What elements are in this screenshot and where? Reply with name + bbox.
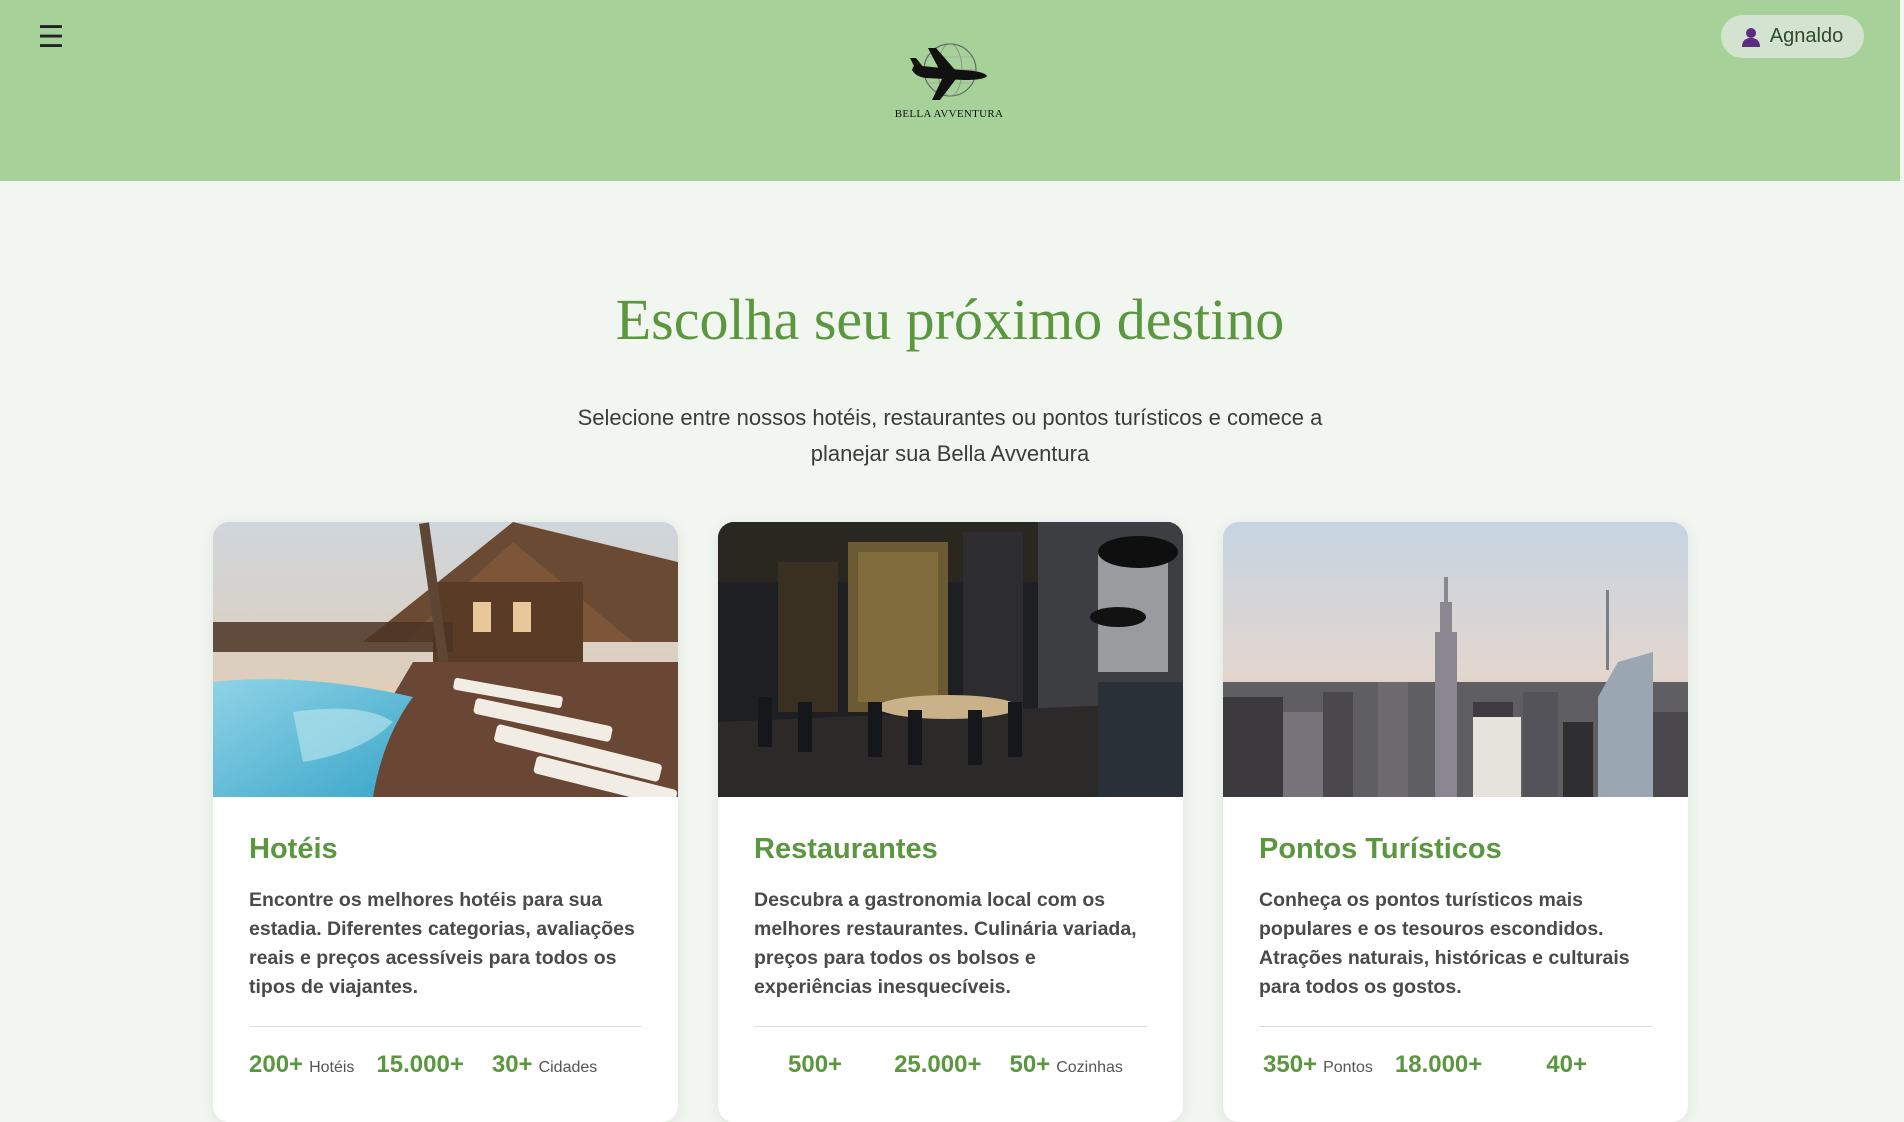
- stat-value: 40+: [1546, 1051, 1588, 1078]
- page-subtitle: Selecione entre nossos hotéis, restauran…: [577, 405, 1323, 466]
- hotel-pool-image: [213, 522, 678, 797]
- user-profile-button[interactable]: Agnaldo: [1721, 15, 1864, 58]
- brand-logo[interactable]: BELLA AVVENTURA: [884, 40, 1014, 132]
- stat-item: 25.000+: [894, 1051, 987, 1079]
- card-divider: [754, 1026, 1147, 1027]
- card-title: Hotéis: [249, 833, 338, 865]
- card-description: Descubra a gastronomia local com os melh…: [754, 889, 1137, 998]
- stat-item: 500+: [788, 1051, 848, 1079]
- stat-item: 18.000+: [1395, 1051, 1488, 1079]
- stat-value: 350+: [1263, 1051, 1318, 1078]
- card-description: Encontre os melhores hotéis para sua est…: [249, 889, 635, 998]
- stat-label: Cidades: [538, 1059, 598, 1076]
- stat-value: 30+: [491, 1051, 533, 1078]
- airplane-globe-icon: [910, 43, 987, 100]
- stat-item: 50+ Cozinhas: [1009, 1051, 1122, 1079]
- logo-text: BELLA AVVENTURA: [894, 108, 1004, 120]
- card-divider: [1259, 1026, 1652, 1027]
- card-stats: 350+ Pontos 18.000+ 40+: [1259, 1051, 1652, 1079]
- stat-label: Hotéis: [309, 1059, 355, 1076]
- city-skyline-image: [1223, 522, 1688, 797]
- stat-item: 40+: [1546, 1051, 1593, 1079]
- stat-value: 25.000+: [894, 1051, 982, 1078]
- card-restaurantes[interactable]: Restaurantes Descubra a gastronomia loca…: [718, 522, 1183, 1122]
- card-pontos-turisticos[interactable]: Pontos Turísticos Conheça os pontos turí…: [1223, 522, 1688, 1122]
- stat-value: 15.000+: [376, 1051, 464, 1078]
- card-divider: [249, 1026, 642, 1027]
- stat-value: 500+: [788, 1051, 843, 1078]
- stat-value: 50+: [1009, 1051, 1051, 1078]
- stat-label: Pontos: [1323, 1059, 1373, 1076]
- card-stats: 200+ Hotéis 15.000+ 30+ Cidades: [249, 1051, 642, 1079]
- user-name: Agnaldo: [1769, 25, 1844, 47]
- stat-item: 30+ Cidades: [492, 1051, 597, 1079]
- stat-label: Cozinhas: [1056, 1059, 1123, 1076]
- card-title: Restaurantes: [754, 833, 938, 865]
- user-icon: [1741, 27, 1760, 47]
- card-description: Conheça os pontos turísticos mais popula…: [1259, 889, 1630, 998]
- card-title: Pontos Turísticos: [1259, 833, 1502, 865]
- page-title: Escolha seu próximo destino: [615, 287, 1285, 352]
- stat-value: 18.000+: [1394, 1051, 1483, 1078]
- card-hoteis[interactable]: Hotéis Encontre os melhores hotéis para …: [213, 522, 678, 1122]
- hamburger-menu-icon[interactable]: ☰: [36, 20, 66, 55]
- stat-item: 350+ Pontos: [1263, 1051, 1373, 1079]
- top-header: ☰ BELLA AVVENTURA Agnaldo: [0, 0, 1900, 181]
- stat-item: 200+ Hotéis: [249, 1051, 354, 1079]
- stat-value: 200+: [249, 1051, 304, 1078]
- stat-item: 15.000+: [376, 1051, 469, 1079]
- restaurant-interior-image: [718, 522, 1183, 797]
- card-stats: 500+ 25.000+ 50+ Cozinhas: [754, 1051, 1147, 1079]
